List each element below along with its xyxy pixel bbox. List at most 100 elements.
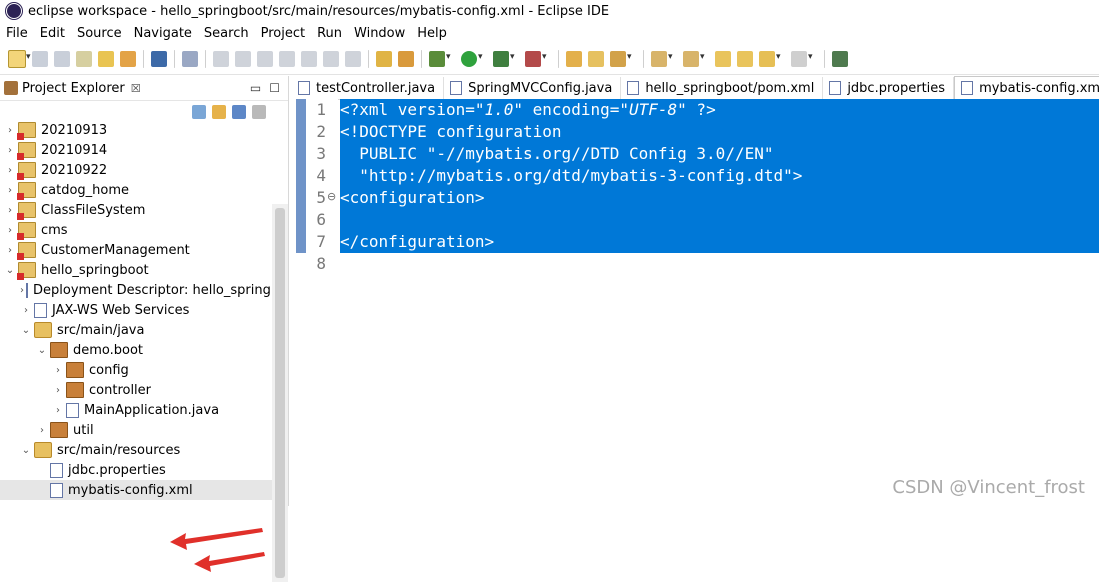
tree-item[interactable]: › CustomerManagement [0,240,272,260]
disconnect-icon[interactable] [279,51,295,67]
coverage-icon[interactable] [493,51,515,67]
collapse-arrow-icon[interactable]: › [4,225,16,236]
console-icon[interactable] [151,51,167,67]
tree-item[interactable]: › ClassFileSystem [0,200,272,220]
run-icon[interactable] [461,51,483,67]
fold-icon[interactable]: ⊖ [327,190,336,203]
filter-icon[interactable] [232,105,246,119]
external-tools-icon[interactable] [525,51,547,67]
tree-item[interactable]: › MainApplication.java [0,400,272,420]
editor-tab[interactable]: SpringMVCConfig.java [444,77,622,99]
source-folder-icon [34,442,52,458]
minimize-icon[interactable]: ▭ [250,81,261,95]
collapse-arrow-icon[interactable]: › [52,385,64,396]
tree-item[interactable]: › Deployment Descriptor: hello_springb [0,280,272,300]
terminate-icon[interactable] [257,51,273,67]
scrollbar-thumb[interactable] [275,208,285,578]
tree-item[interactable]: › 20210922 [0,160,272,180]
open-perspective-icon[interactable] [832,51,848,67]
last-edit-icon[interactable] [715,51,731,67]
tree-item[interactable]: ⌄ demo.boot [0,340,272,360]
tree-item[interactable]: › 20210914 [0,140,272,160]
view-menu-icon[interactable] [252,105,266,119]
tree-item[interactable]: › JAX-WS Web Services [0,300,272,320]
tree-item[interactable]: › catdog_home [0,180,272,200]
tree-item[interactable]: jdbc.properties [0,460,272,480]
tree-item-label: 20210922 [41,162,108,178]
tree-item[interactable]: mybatis-config.xml [0,480,272,500]
step-return-icon[interactable] [345,51,361,67]
editor-tab[interactable]: jdbc.properties [823,77,955,99]
menu-file[interactable]: File [0,26,34,41]
open-resource-icon[interactable] [98,51,114,67]
link-with-editor-icon[interactable] [212,105,226,119]
collapse-arrow-icon[interactable]: › [52,405,64,416]
expand-arrow-icon[interactable]: ⌄ [20,325,32,336]
menu-source[interactable]: Source [71,26,128,41]
menu-search[interactable]: Search [198,26,255,41]
tree-item[interactable]: ⌄ src/main/java [0,320,272,340]
collapse-arrow-icon[interactable]: › [4,145,16,156]
tree-item[interactable]: › util [0,420,272,440]
previous-annotation-icon[interactable] [683,51,705,67]
step-over-icon[interactable] [323,51,339,67]
collapse-arrow-icon[interactable]: › [4,205,16,216]
tree-scrollbar[interactable] [272,204,288,582]
collapse-all-icon[interactable] [192,105,206,119]
menu-run[interactable]: Run [311,26,348,41]
menu-project[interactable]: Project [255,26,311,41]
change-ruler [296,99,306,253]
back-icon[interactable] [759,51,781,67]
menu-edit[interactable]: Edit [34,26,71,41]
forward-edit-icon[interactable] [737,51,753,67]
project-icon [17,142,36,160]
collapse-arrow-icon[interactable]: › [52,365,64,376]
editor-tab[interactable]: hello_springboot/pom.xml [621,77,824,99]
debug-icon[interactable] [429,51,451,67]
project-explorer-tab[interactable]: Project Explorer ☒ [0,81,141,96]
editor-tab[interactable]: mybatis-config.xm [954,76,1099,99]
tree-item-label: config [89,362,129,378]
next-annotation-icon[interactable] [651,51,673,67]
maximize-icon[interactable]: ☐ [269,81,280,95]
open-task-icon[interactable] [566,51,582,67]
suspend-icon[interactable] [235,51,251,67]
editor-tab[interactable]: testController.java [292,77,445,99]
open-folder-icon[interactable] [588,51,604,67]
code-text[interactable]: <?xml version="1.0" encoding="UTF-8" ?> <… [340,99,1099,275]
close-icon[interactable]: ☒ [131,82,141,95]
open-type-icon[interactable] [76,51,92,67]
annotation-icon[interactable] [610,51,632,67]
collapse-arrow-icon[interactable]: › [4,245,16,256]
tree-item[interactable]: › controller [0,380,272,400]
collapse-arrow-icon[interactable]: › [4,125,16,136]
search-icon[interactable] [120,51,136,67]
expand-arrow-icon[interactable]: ⌄ [20,445,32,456]
resume-icon[interactable] [213,51,229,67]
menu-window[interactable]: Window [348,26,411,41]
collapse-arrow-icon[interactable]: › [4,185,16,196]
menu-help[interactable]: Help [411,26,453,41]
expand-arrow-icon[interactable]: ⌄ [36,345,48,356]
skip-breakpoints-icon[interactable] [182,51,198,67]
collapse-arrow-icon[interactable]: › [36,425,48,436]
collapse-arrow-icon[interactable]: › [20,285,24,296]
use-step-filters-icon[interactable] [398,51,414,67]
tree-item[interactable]: › 20210913 [0,120,272,140]
collapse-arrow-icon[interactable]: › [20,305,32,316]
menu-navigate[interactable]: Navigate [128,26,198,41]
save-all-icon[interactable] [54,51,70,67]
step-into-icon[interactable] [301,51,317,67]
collapse-arrow-icon[interactable]: › [4,165,16,176]
tree-item-label: JAX-WS Web Services [52,302,190,318]
tree-item[interactable]: ⌄ src/main/resources [0,440,272,460]
save-icon[interactable] [32,51,48,67]
tree-item[interactable]: › config [0,360,272,380]
drop-to-frame-icon[interactable] [376,51,392,67]
expand-arrow-icon[interactable]: ⌄ [4,265,16,276]
file-icon [829,81,842,95]
new-icon[interactable] [8,50,31,68]
forward-icon[interactable] [791,51,813,67]
tree-item[interactable]: › cms [0,220,272,240]
tree-item[interactable]: ⌄ hello_springboot [0,260,272,280]
